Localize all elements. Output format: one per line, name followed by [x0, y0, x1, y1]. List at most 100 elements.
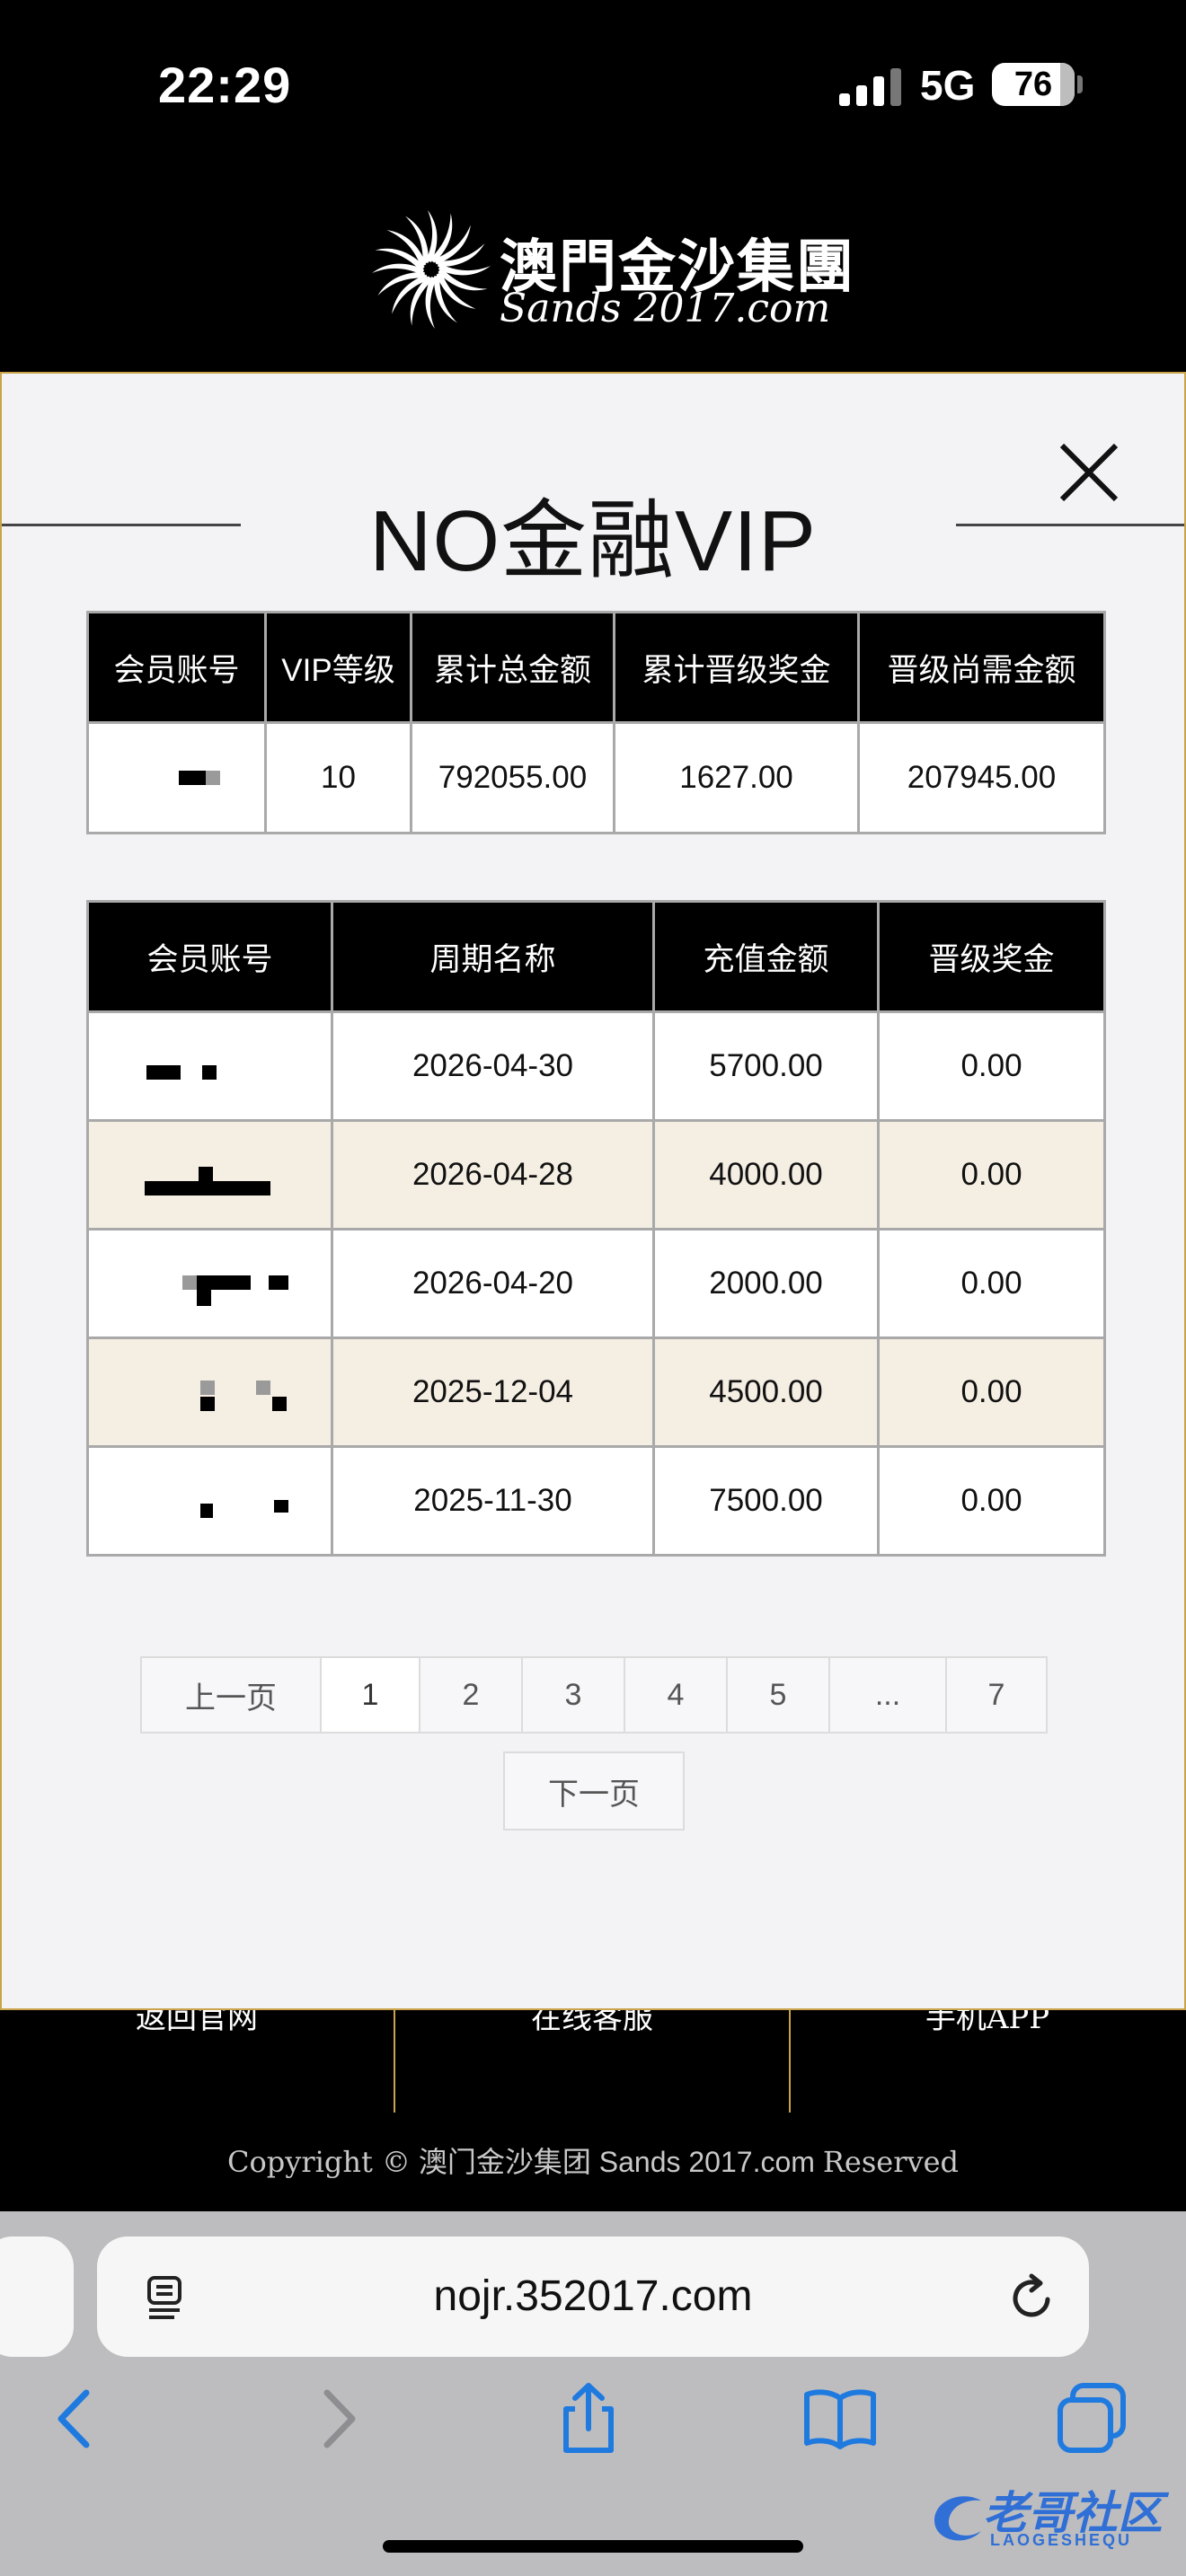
- cellular-signal-icon: [839, 68, 901, 106]
- deposit-cell: 7500.00: [652, 1445, 880, 1557]
- battery-level: 76: [1013, 66, 1053, 103]
- redaction-block: [272, 1397, 287, 1411]
- url-text[interactable]: nojr.352017.com: [97, 2236, 1089, 2357]
- table-row: 2026-04-20 2000.00 0.00: [86, 1228, 1106, 1339]
- network-type: 5G: [920, 62, 976, 109]
- page-button-3[interactable]: 3: [521, 1656, 625, 1734]
- reload-icon[interactable]: [1005, 2271, 1058, 2325]
- table-row: 2026-04-28 4000.00 0.00: [86, 1119, 1106, 1231]
- deposit-cell: 4500.00: [652, 1337, 880, 1448]
- bonus-cell: 0.00: [877, 1119, 1106, 1231]
- bonus-cell: 0.00: [877, 1010, 1106, 1122]
- table-row: 2025-11-30 7500.00 0.00: [86, 1445, 1106, 1557]
- page-button-5[interactable]: 5: [726, 1656, 830, 1734]
- prev-page-button[interactable]: 上一页: [140, 1656, 322, 1734]
- column-header: 晋级尚需金额: [857, 611, 1106, 724]
- redaction-block: [269, 1275, 288, 1290]
- column-header: 累计总金额: [410, 611, 615, 724]
- redaction-block: [179, 771, 206, 785]
- redaction-block: [200, 1397, 215, 1411]
- redaction-block: [145, 1181, 270, 1195]
- tabs-icon[interactable]: [1051, 2378, 1132, 2459]
- status-time: 22:29: [158, 57, 292, 113]
- page-button-1[interactable]: 1: [320, 1656, 420, 1734]
- column-header: 充值金额: [652, 900, 880, 1013]
- forward-icon: [323, 2389, 356, 2448]
- column-header: VIP等级: [264, 611, 412, 724]
- copyright-brand: 澳门金沙集团 Sands 2017.com: [418, 2146, 815, 2178]
- redaction-block: [197, 1275, 251, 1290]
- total-bonus-cell: 1627.00: [613, 721, 860, 834]
- vip-summary-table: 会员账号 VIP等级 累计总金额 累计晋级奖金 晋级尚需金额 10 792055…: [86, 611, 1106, 834]
- footer-nav: 返回官网 在线客服 手机APP: [0, 2003, 1186, 2114]
- page-button-7[interactable]: 7: [945, 1656, 1048, 1734]
- back-icon[interactable]: [36, 2378, 117, 2459]
- dragon-watermark-icon: [934, 2496, 981, 2541]
- redaction-block: [206, 771, 220, 785]
- deposit-cell: 5700.00: [652, 1010, 880, 1122]
- redaction-block: [202, 1065, 217, 1080]
- redaction-block: [182, 1275, 197, 1290]
- deposit-cell: 2000.00: [652, 1228, 880, 1339]
- redaction-block: [197, 1290, 211, 1306]
- copyright-bar: Copyright © 澳门金沙集团 Sands 2017.com Reserv…: [0, 2113, 1186, 2211]
- table-row: 2026-04-30 5700.00 0.00: [86, 1010, 1106, 1122]
- redaction-block: [200, 1381, 215, 1395]
- account-cell-masked: [86, 1010, 333, 1122]
- total-amount-cell: 792055.00: [410, 721, 615, 834]
- table-row: 2025-12-04 4500.00 0.00: [86, 1337, 1106, 1448]
- previous-tab-preview[interactable]: [0, 2236, 74, 2357]
- bonus-cell: 0.00: [877, 1228, 1106, 1339]
- column-header: 周期名称: [331, 900, 655, 1013]
- table-header-row: 会员账号 VIP等级 累计总金额 累计晋级奖金 晋级尚需金额: [86, 611, 1106, 724]
- watermark: 老哥社区 LAOGESHEQU: [925, 2472, 1179, 2562]
- table-row: 10 792055.00 1627.00 207945.00: [86, 721, 1106, 834]
- footer-link-app[interactable]: 手机APP: [791, 2003, 1184, 2113]
- period-cell: 2025-12-04: [331, 1337, 655, 1448]
- column-header: 晋级奖金: [877, 900, 1106, 1013]
- redaction-block: [256, 1381, 270, 1395]
- address-bar[interactable]: nojr.352017.com: [97, 2236, 1089, 2357]
- page-ellipsis: ...: [828, 1656, 947, 1734]
- next-page-button[interactable]: 下一页: [503, 1751, 685, 1831]
- site-header: 澳門金沙集團 Sands 2017.com: [0, 171, 1186, 373]
- share-icon[interactable]: [548, 2378, 629, 2459]
- battery-tip: [1077, 75, 1083, 93]
- period-cell: 2026-04-28: [331, 1119, 655, 1231]
- account-cell-masked: [86, 1445, 333, 1557]
- bonus-cell: 0.00: [877, 1337, 1106, 1448]
- redaction-block: [199, 1167, 213, 1181]
- home-indicator[interactable]: [383, 2540, 803, 2553]
- footer-link-home[interactable]: 返回官网: [0, 2003, 394, 2113]
- needed-amount-cell: 207945.00: [857, 721, 1106, 834]
- status-bar: 22:29 5G 76: [0, 0, 1186, 171]
- redaction-block: [274, 1500, 288, 1513]
- footer-link-support[interactable]: 在线客服: [395, 2003, 789, 2113]
- period-cell: 2026-04-20: [331, 1228, 655, 1339]
- bookmarks-icon[interactable]: [800, 2378, 881, 2459]
- period-cell: 2025-11-30: [331, 1445, 655, 1557]
- copyright-suffix: Reserved: [822, 2145, 959, 2179]
- deposit-records-table: 会员账号 周期名称 充值金额 晋级奖金 2026-04-30 5700.00 0…: [86, 900, 1106, 1557]
- pagination: 上一页 1 2 3 4 5 ... 7: [140, 1656, 1048, 1735]
- account-cell-masked: [86, 1119, 333, 1231]
- redaction-block: [200, 1504, 213, 1518]
- account-cell-masked: [86, 1337, 333, 1448]
- page-button-2[interactable]: 2: [419, 1656, 523, 1734]
- watermark-subtext: LAOGESHEQU: [990, 2531, 1133, 2549]
- close-icon[interactable]: [1053, 437, 1125, 508]
- page-button-4[interactable]: 4: [624, 1656, 728, 1734]
- period-cell: 2026-04-30: [331, 1010, 655, 1122]
- account-cell-masked: [86, 721, 267, 834]
- battery-icon: 76: [992, 63, 1075, 106]
- column-header: 会员账号: [86, 900, 333, 1013]
- modal-title: NO金融VIP: [369, 493, 817, 589]
- vip-modal: NO金融VIP 会员账号 VIP等级 累计总金额 累计晋级奖金 晋级尚需金额 1…: [0, 372, 1186, 2010]
- browser-toolbar: nojr.352017.com 老哥社区 LAOGESHEQU: [0, 2211, 1186, 2576]
- redaction-block: [146, 1065, 181, 1080]
- logo-english-name: Sands 2017.com: [500, 286, 831, 331]
- copyright-prefix: Copyright ©: [227, 2145, 411, 2179]
- deposit-cell: 4000.00: [652, 1119, 880, 1231]
- bonus-cell: 0.00: [877, 1445, 1106, 1557]
- account-cell-masked: [86, 1228, 333, 1339]
